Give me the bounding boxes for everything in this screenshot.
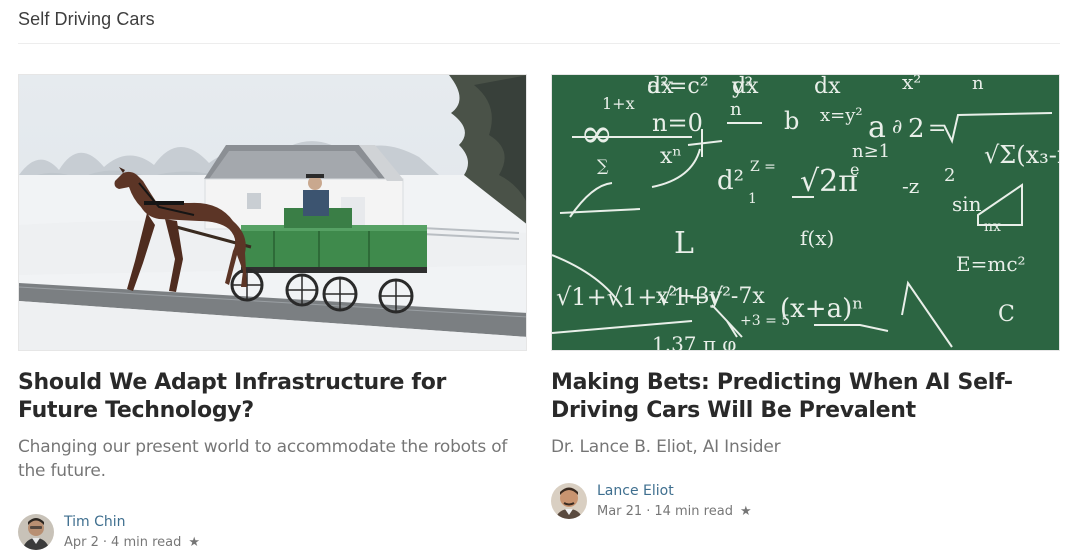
info-separator: · — [102, 535, 108, 550]
chalk-equation-text: n≥1 — [852, 141, 890, 162]
chalk-equation-text: L — [674, 226, 694, 261]
chalk-equation-text: C — [998, 302, 1015, 327]
author-avatar[interactable] — [551, 483, 587, 519]
article-1-byline: Tim Chin Apr 2 · 4 min read ★ — [18, 512, 527, 552]
bookmark-star-icon[interactable]: ★ — [740, 503, 752, 521]
article-1-image[interactable] — [18, 74, 527, 351]
chalk-equation-text: ∞ — [580, 111, 613, 157]
publish-date: Mar 21 — [597, 504, 643, 519]
chalk-equation-text: y² — [731, 75, 753, 99]
article-2-subtitle[interactable]: Dr. Lance B. Eliot, AI Insider — [551, 435, 1060, 459]
chalk-equation-text: xⁿ — [660, 144, 682, 169]
chalk-equation-text: 2 — [908, 114, 925, 144]
chalk-equation-text: ∑ — [597, 156, 609, 175]
chalk-equation-text: n — [972, 75, 984, 94]
chalk-equation-text: n=0 — [652, 109, 703, 137]
article-2-meta: Lance Eliot Mar 21 · 14 min read ★ — [597, 481, 752, 521]
article-2-image[interactable]: dxdxdxx²n1+x∞∑n=0xⁿnbx=y²a∂2=√Σ(x₃-n)n≥1… — [551, 74, 1060, 351]
chalk-equation-text: d² — [717, 166, 744, 196]
chalk-equation-text: (x+a)ⁿ — [780, 294, 863, 324]
publish-date: Apr 2 — [64, 535, 99, 550]
chalk-equation-text: a — [868, 110, 886, 145]
article-card-1: Should We Adapt Infrastructure for Futur… — [18, 74, 527, 552]
chalk-equation-text: n — [730, 99, 742, 120]
chalk-equation-text: 1 — [748, 191, 757, 207]
chalk-equation-text: 2 — [944, 165, 955, 186]
author-name-link[interactable]: Lance Eliot — [597, 481, 752, 501]
chalk-equation-text: x=y² — [820, 105, 863, 126]
chalk-equation-text: = — [928, 116, 946, 141]
chalk-equation-text: a²=c² — [647, 75, 709, 99]
bookmark-star-icon[interactable]: ★ — [188, 534, 200, 552]
chalk-equation-text: -z — [902, 174, 919, 198]
chalk-equation-text: dx — [814, 75, 841, 99]
chalk-equation-text: nx — [984, 219, 1001, 235]
chalk-equation-text: 1.37 π φ — [652, 332, 736, 351]
article-1-meta: Tim Chin Apr 2 · 4 min read ★ — [64, 512, 200, 552]
chalk-equation-text: sin — [952, 192, 982, 216]
chalk-equation-text: f(x) — [800, 226, 834, 250]
article-1-subtitle[interactable]: Changing our present world to accommodat… — [18, 435, 527, 483]
info-separator: · — [646, 504, 651, 519]
article-1-info: Apr 2 · 4 min read ★ — [64, 534, 200, 552]
chalk-equation-text: √Σ(x₃-n) — [984, 141, 1060, 169]
article-1-title[interactable]: Should We Adapt Infrastructure for Futur… — [18, 369, 527, 425]
author-avatar[interactable] — [18, 514, 54, 550]
chalk-equation-text: b — [784, 107, 799, 135]
chalk-equation-text: E=mc² — [956, 252, 1026, 276]
chalk-equation-text: ∂ — [892, 114, 902, 138]
read-time: 14 min read — [654, 504, 733, 519]
article-2-byline: Lance Eliot Mar 21 · 14 min read ★ — [551, 481, 1060, 521]
author-name-link[interactable]: Tim Chin — [64, 512, 200, 532]
article-2-title[interactable]: Making Bets: Predicting When AI Self-Dri… — [551, 369, 1060, 425]
article-card-2: dxdxdxx²n1+x∞∑n=0xⁿnbx=y²a∂2=√Σ(x₃-n)n≥1… — [551, 74, 1060, 521]
article-2-info: Mar 21 · 14 min read ★ — [597, 503, 752, 521]
read-time: 4 min read — [111, 535, 182, 550]
chalk-equation-text: Z = — [750, 159, 776, 175]
chalk-equation-text: x²+3y²-7x — [656, 284, 765, 309]
chalk-equation-text: e — [850, 160, 859, 179]
section-divider — [18, 43, 1060, 44]
chalk-equation-text: x² — [902, 75, 921, 94]
section-title[interactable]: Self Driving Cars — [18, 9, 155, 30]
